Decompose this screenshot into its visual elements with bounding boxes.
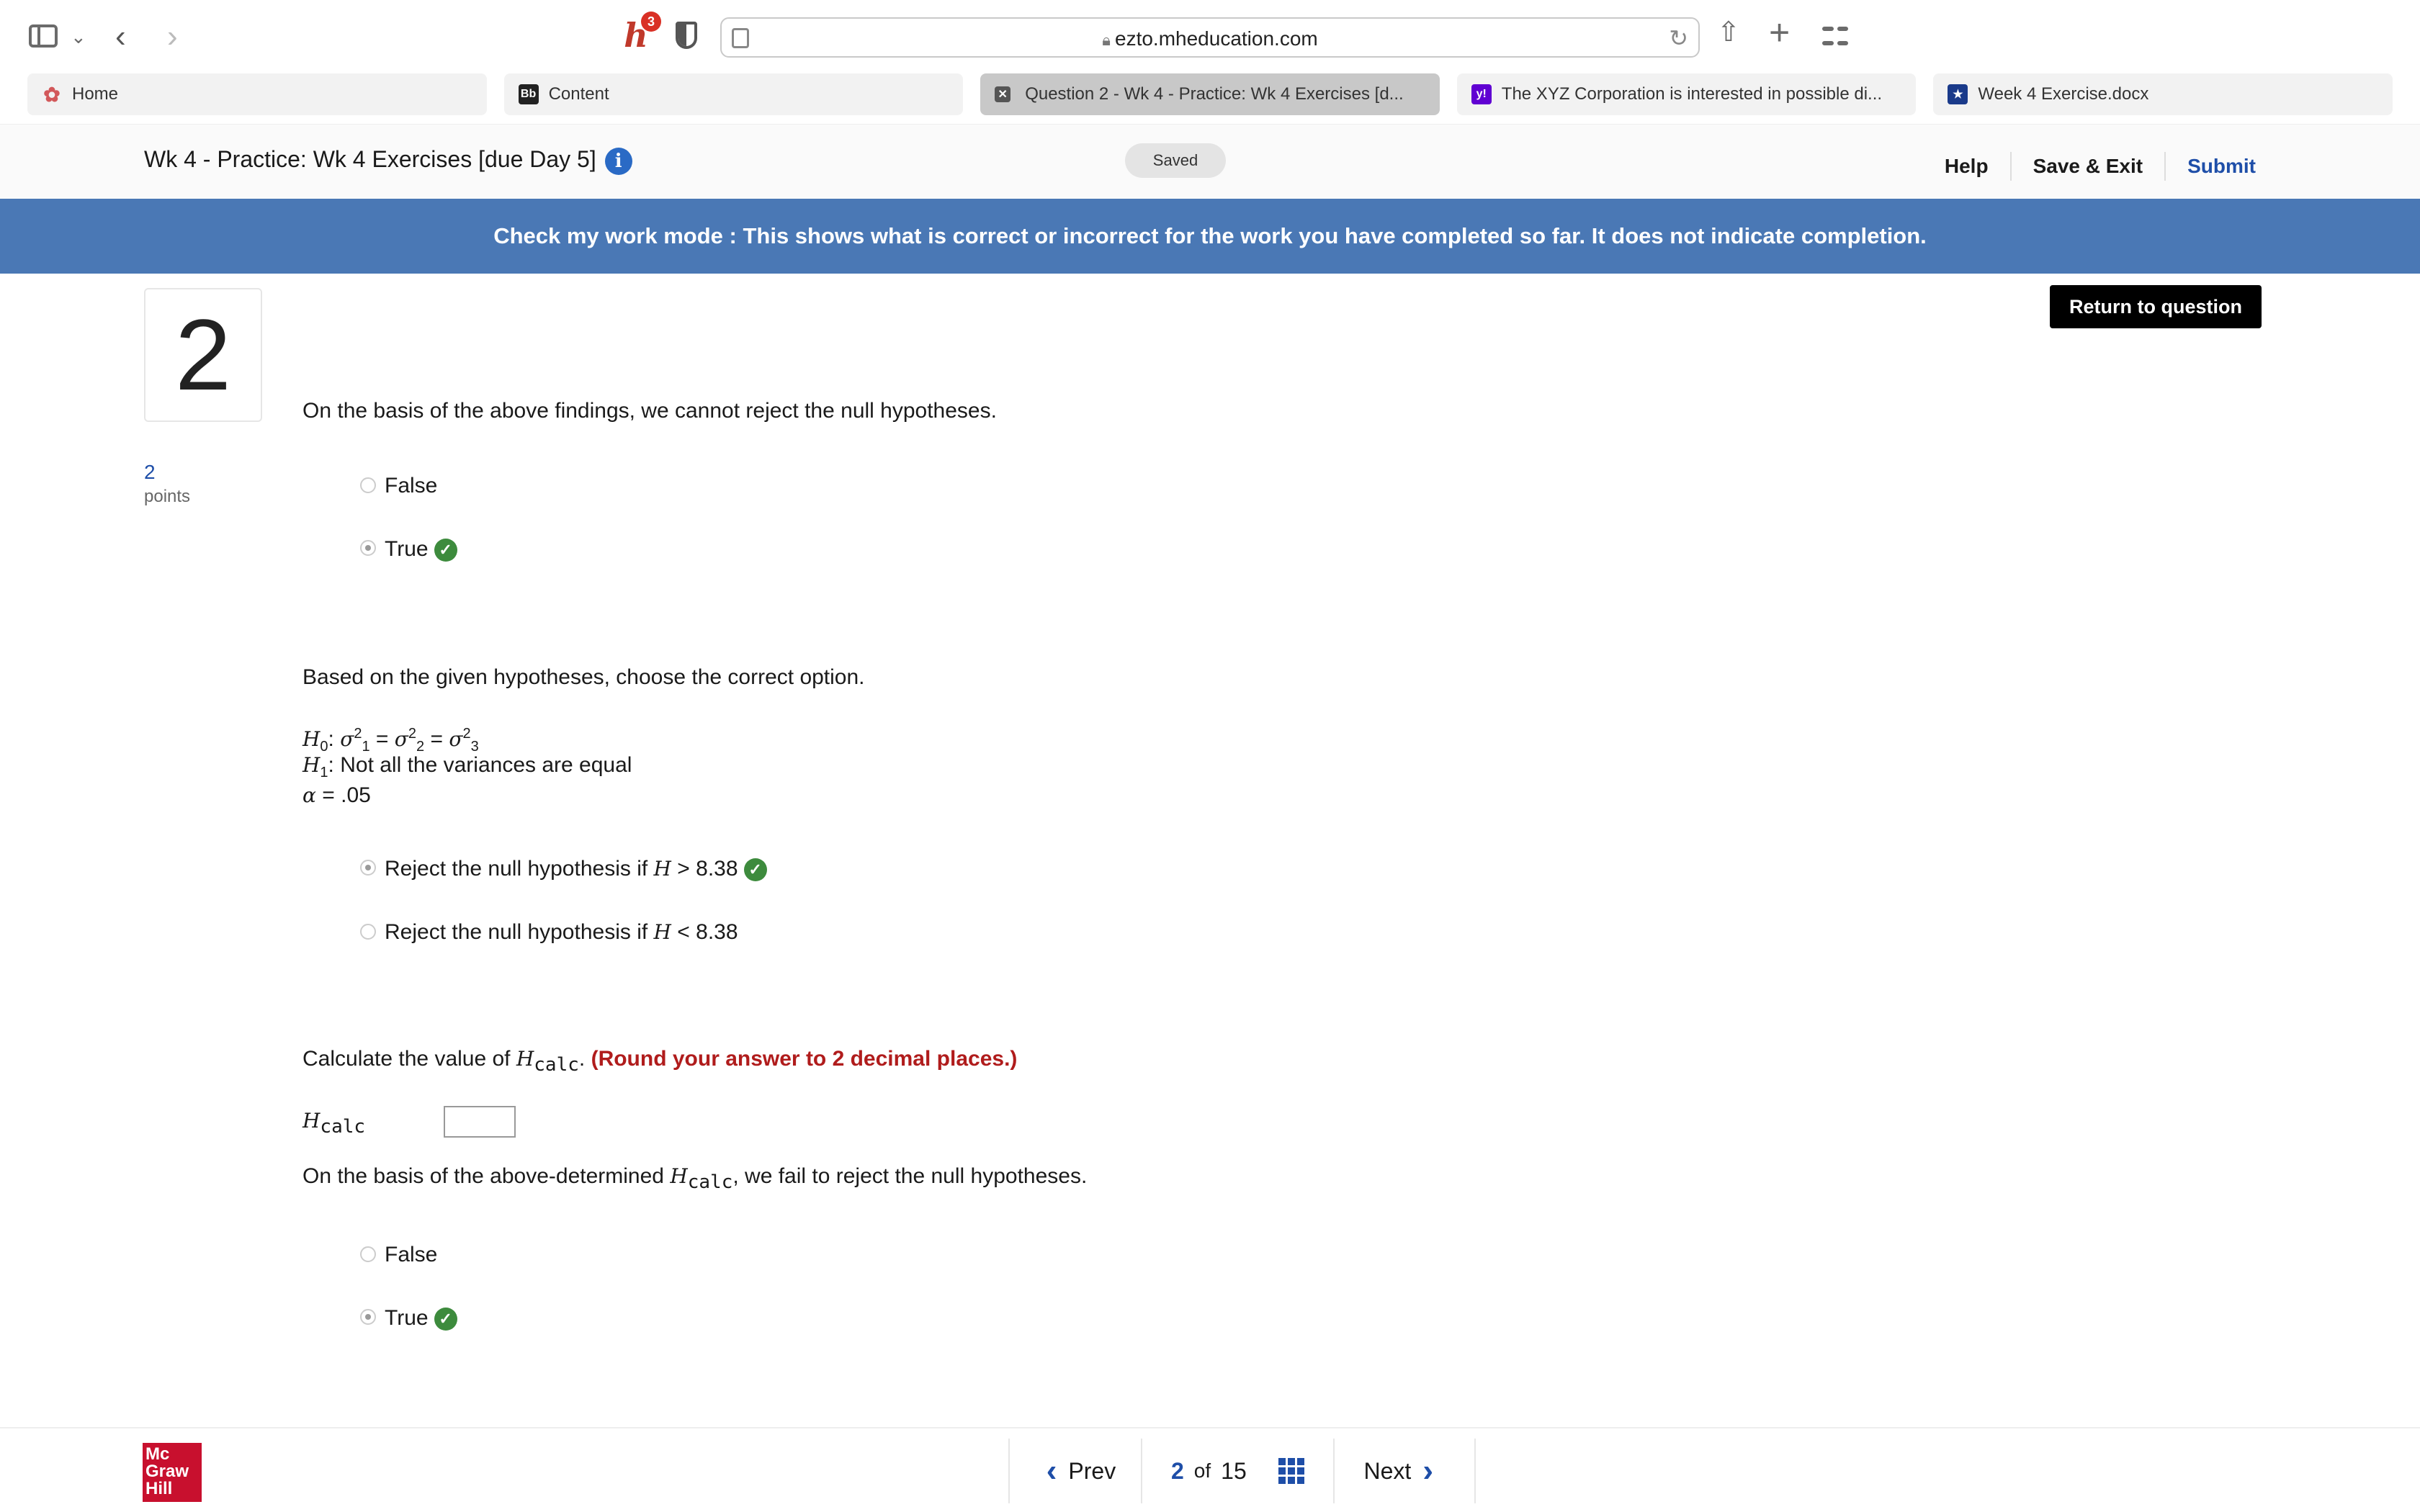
address-bar[interactable]: 🔒︎ ezto.mheducation.com ↻: [720, 17, 1700, 58]
alpha-level: α = .05: [302, 783, 371, 807]
yahoo-icon: y!: [1471, 84, 1492, 104]
reload-icon[interactable]: ↻: [1669, 24, 1688, 52]
return-to-question-button[interactable]: Return to question: [2050, 285, 2262, 328]
close-icon[interactable]: ✕: [995, 86, 1011, 102]
alpha-text: = .05: [322, 783, 371, 807]
tab-label: Content: [548, 84, 609, 104]
of-label: of: [1193, 1459, 1211, 1482]
question-pager: ‹ Prev 2 of 15 Next ›: [1008, 1439, 1476, 1503]
tab-document[interactable]: ★ Week 4 Exercise.docx: [1933, 73, 2393, 115]
submit-button[interactable]: Submit: [2166, 155, 2256, 178]
doc-star-icon: ★: [1948, 84, 1968, 104]
part1-false-radio[interactable]: [360, 477, 376, 493]
new-tab-icon[interactable]: +: [1769, 12, 1790, 53]
tab-label: Home: [72, 84, 119, 104]
chevron-right-icon: ›: [1422, 1453, 1433, 1488]
part4-false-radio[interactable]: [360, 1246, 376, 1262]
correct-check-icon: ✓: [434, 539, 457, 562]
tab-overview-icon[interactable]: [1822, 23, 1848, 49]
sidebar-toggle-icon[interactable]: [29, 24, 58, 48]
tab-yahoo[interactable]: y! The XYZ Corporation is interested in …: [1456, 73, 1917, 115]
tab-label: Question 2 - Wk 4 - Practice: Wk 4 Exerc…: [1025, 84, 1404, 104]
tab-home[interactable]: ✿ Home: [27, 73, 487, 115]
assignment-title: Wk 4 - Practice: Wk 4 Exercises [due Day…: [144, 146, 596, 172]
part1-true-radio[interactable]: [360, 540, 376, 556]
total-questions: 15: [1221, 1457, 1247, 1484]
privacy-shield-icon[interactable]: [676, 22, 697, 49]
chevron-left-icon: ‹: [1046, 1453, 1057, 1488]
check-work-banner: Check my work mode : This shows what is …: [0, 199, 2420, 274]
part4-prompt: On the basis of the above-determined Hca…: [302, 1164, 1088, 1193]
tab-content[interactable]: Bb Content: [503, 73, 964, 115]
points-value: 2: [144, 461, 156, 483]
tab-label: Week 4 Exercise.docx: [1978, 84, 2149, 104]
mcgraw-hill-logo: Mc Graw Hill: [143, 1443, 202, 1502]
lock-icon: 🔒︎: [1102, 31, 1111, 49]
part2-option1-radio[interactable]: [360, 860, 376, 876]
tab-strip: ✿ Home Bb Content ✕ Question 2 - Wk 4 - …: [27, 73, 2393, 115]
hcalc-label: Hcalc: [302, 1109, 366, 1138]
next-button[interactable]: Next ›: [1335, 1439, 1476, 1503]
part4-false-label: False: [385, 1243, 438, 1266]
part1-prompt: On the basis of the above findings, we c…: [302, 399, 997, 423]
part4-true-radio[interactable]: [360, 1309, 376, 1325]
forward-icon[interactable]: ›: [167, 19, 178, 55]
blackboard-icon: Bb: [518, 84, 539, 104]
chevron-down-icon[interactable]: ⌄: [71, 26, 86, 48]
part1-true-label: True: [385, 537, 429, 561]
correct-check-icon: ✓: [743, 858, 767, 882]
url-text: ezto.mheducation.com: [1115, 27, 1318, 50]
saved-status-badge: Saved: [1125, 143, 1226, 178]
help-button[interactable]: Help: [1923, 155, 2010, 178]
points-label: points: [144, 487, 191, 506]
correct-check-icon: ✓: [434, 1308, 457, 1331]
tab-label: The XYZ Corporation is interested in pos…: [1501, 84, 1883, 104]
part2-option2-label: Reject the null hypothesis if H < 8.38: [385, 920, 738, 944]
part2-prompt: Based on the given hypotheses, choose th…: [302, 665, 865, 689]
page-indicator[interactable]: 2 of 15: [1142, 1439, 1335, 1503]
header-actions: Help Save & Exit Submit: [1923, 152, 2256, 181]
hcalc-answer-input[interactable]: [444, 1106, 516, 1138]
grid-icon[interactable]: [1278, 1458, 1304, 1484]
part2-option2-radio[interactable]: [360, 924, 376, 940]
part2-option1-label: Reject the null hypothesis if H > 8.38 ✓: [385, 857, 767, 882]
share-icon[interactable]: ⇧: [1717, 16, 1740, 48]
part1-false-label: False: [385, 474, 438, 498]
current-question: 2: [1171, 1457, 1184, 1484]
back-icon[interactable]: ‹: [115, 19, 126, 55]
alt-hypothesis-text: : Not all the variances are equal: [328, 753, 632, 777]
save-exit-button[interactable]: Save & Exit: [2012, 155, 2165, 178]
rounding-note: (Round your answer to 2 decimal places.): [591, 1047, 1018, 1071]
prev-button[interactable]: ‹ Prev: [1010, 1439, 1142, 1503]
part4-true-label: True: [385, 1306, 429, 1330]
part3-prompt: Calculate the value of Hcalc. (Round you…: [302, 1047, 1018, 1076]
assignment-header: Wk 4 - Practice: Wk 4 Exercises [due Day…: [0, 124, 2420, 199]
question-number: 2: [144, 288, 262, 422]
notification-badge: 3: [641, 12, 661, 32]
info-icon[interactable]: i: [604, 147, 632, 175]
tab-question[interactable]: ✕ Question 2 - Wk 4 - Practice: Wk 4 Exe…: [980, 73, 1440, 115]
footer: Mc Graw Hill ‹ Prev 2 of 15 Next ›: [0, 1427, 2420, 1512]
mcgraw-hill-bird-icon: ✿: [43, 83, 60, 106]
browser-chrome: ⌄ ‹ › h 3 🔒︎ ezto.mheducation.com ↻ ⇧ + ✿…: [0, 0, 2420, 124]
